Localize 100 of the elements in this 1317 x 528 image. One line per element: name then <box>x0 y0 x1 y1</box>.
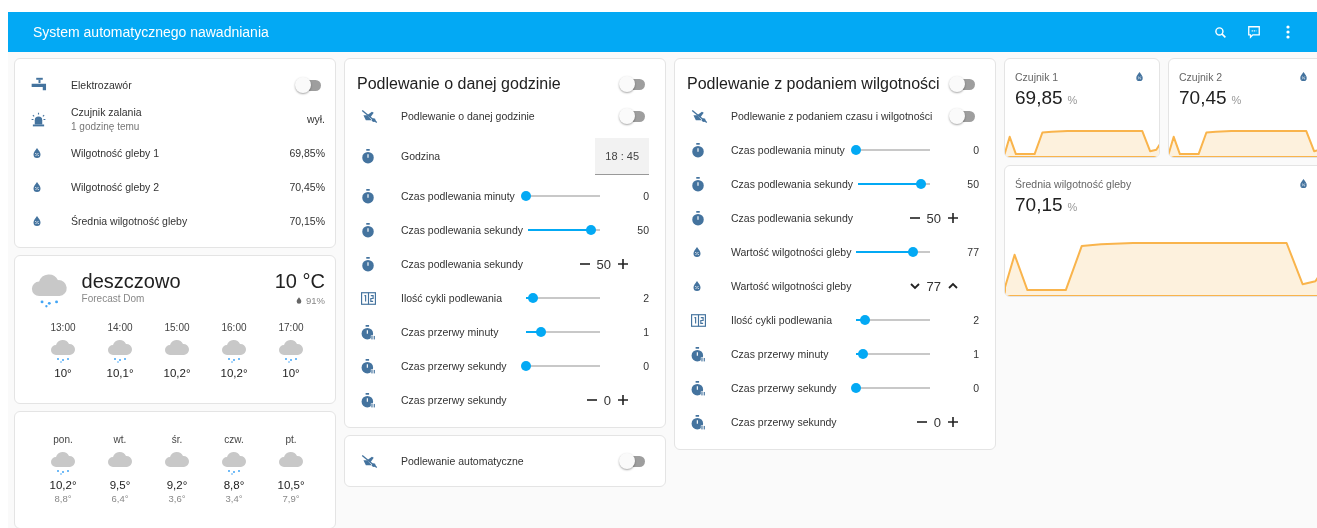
water-drop-icon <box>691 280 703 292</box>
water-drop-icon <box>1134 71 1145 82</box>
entity-name: Ilość cykli podlewania <box>401 292 503 304</box>
entity-name: Wartość wilgotności gleby <box>731 246 852 258</box>
sensor-card[interactable]: Czujnik 2 70,45 % <box>1168 58 1317 158</box>
sensor-card[interactable]: Średnia wilgotność gleby 70,15 % <box>1004 165 1317 297</box>
entity-name: Czas przerwy sekundy <box>731 382 838 394</box>
slider-thumb[interactable] <box>851 145 861 155</box>
forecast-time: 14:00 <box>107 321 133 333</box>
slider-thumb[interactable] <box>859 315 870 325</box>
water-drop-icon <box>691 246 703 258</box>
slider-thumb[interactable] <box>858 349 869 359</box>
entity-name: Czas przerwy minuty <box>731 348 830 360</box>
slider-value: 0 <box>642 360 649 372</box>
valve-icon <box>31 77 48 93</box>
watering-can-off-icon <box>361 108 378 124</box>
stepper-value: 50 <box>596 256 611 272</box>
entity-name: Godzina <box>401 150 442 162</box>
watering-can-off-icon <box>361 453 378 469</box>
sensor-unit: % <box>1067 201 1078 213</box>
entity-secondary: 1 godzinę temu <box>71 121 141 132</box>
forecast-day: pt. <box>285 434 297 445</box>
plus-icon[interactable] <box>947 212 959 224</box>
forecast-low: 3,4° <box>225 493 243 504</box>
sensor-name: Czujnik 2 <box>1179 71 1223 83</box>
entity-name: Podlewanie z podaniem czasu i wilgotności <box>731 110 934 122</box>
slider-value: 0 <box>972 382 979 394</box>
sensor-card[interactable]: Czujnik 1 69,85 % <box>1004 58 1160 158</box>
plus-icon[interactable] <box>947 416 959 428</box>
slider-value: 50 <box>966 178 979 190</box>
forecast-day: śr. <box>171 434 183 445</box>
slider-thumb[interactable] <box>535 327 546 337</box>
sensor-unit: % <box>1067 94 1078 106</box>
alarm-light-icon <box>31 111 46 127</box>
slider-value: 77 <box>966 246 979 258</box>
slider-thumb[interactable] <box>521 191 531 201</box>
forecast-temperature: 10,2° <box>163 366 191 379</box>
entity-name: Czas przerwy sekundy <box>401 394 508 406</box>
stopwatch-icon <box>691 142 705 158</box>
spinner-value: 77 <box>926 278 941 294</box>
chevron-down-icon[interactable] <box>908 280 921 292</box>
stopwatch-icon <box>361 324 376 340</box>
stopwatch-icon <box>691 380 706 396</box>
forecast-time: 13:00 <box>50 321 76 333</box>
slider-thumb[interactable] <box>585 225 596 235</box>
entity-name: Czujnik zalania <box>71 106 143 118</box>
entity-name: Wilgotność gleby 2 <box>71 181 161 193</box>
stopwatch-icon <box>361 188 375 204</box>
water-drop-icon <box>31 181 43 193</box>
state-value: 69,85% <box>289 147 325 159</box>
weather-temperature: 10 °C <box>274 270 325 293</box>
slider-thumb[interactable] <box>521 361 531 371</box>
state-value: 70,45% <box>289 181 325 193</box>
stopwatch-icon <box>361 148 375 164</box>
plus-icon[interactable] <box>617 394 629 406</box>
plus-icon[interactable] <box>617 258 629 270</box>
entity-name: Czas przerwy sekundy <box>401 360 508 372</box>
entity-name: Podlewanie o danej godzinie <box>401 110 536 122</box>
watering-can-off-icon <box>691 108 708 124</box>
forecast-low: 3,6° <box>168 493 186 504</box>
stopwatch-icon <box>361 392 376 408</box>
counter-icon <box>361 291 376 305</box>
sensor-value: 70,15 <box>1015 194 1063 216</box>
rain-cloud-icon <box>49 449 77 475</box>
entity-name: Wartość wilgotności gleby <box>731 280 853 292</box>
weather-condition: deszczowo <box>81 270 182 293</box>
card-title: Podlewanie o danej godzinie <box>357 75 562 93</box>
entity-name: Czas podlewania sekundy <box>731 212 854 224</box>
stopwatch-icon <box>691 176 705 192</box>
sensor-value: 69,85 <box>1015 87 1063 109</box>
entity-name: Wilgotność gleby 1 <box>71 147 161 159</box>
sensor-name: Czujnik 1 <box>1015 71 1059 83</box>
forecast-day: czw. <box>224 434 244 445</box>
forecast-day: wt. <box>113 434 127 445</box>
time-input-field[interactable]: 18 : 45 <box>595 137 649 175</box>
slider-value: 1 <box>642 326 649 338</box>
stopwatch-icon <box>361 222 375 238</box>
humidity-drop-icon <box>295 296 303 305</box>
entity-name: Czas podlewania sekundy <box>731 178 853 190</box>
forecast-temperature: 10° <box>282 366 300 379</box>
slider-value: 50 <box>636 224 649 236</box>
entity-name: Ilość cykli podlewania <box>731 314 833 326</box>
entity-name: Czas podlewania sekundy <box>401 258 524 270</box>
slider-value: 2 <box>642 292 649 304</box>
entity-name: Elektrozawór <box>71 79 133 91</box>
forecast-low: 8,8° <box>54 493 72 504</box>
slider-thumb[interactable] <box>908 247 919 257</box>
slider-value: 0 <box>972 144 979 156</box>
entity-name: Czas przerwy minuty <box>401 326 500 338</box>
stepper-value: 0 <box>603 392 611 408</box>
slider-thumb[interactable] <box>915 179 926 189</box>
forecast-time: 17:00 <box>278 321 304 333</box>
sensor-name: Średnia wilgotność gleby <box>1015 178 1132 190</box>
slider-thumb[interactable] <box>851 383 861 393</box>
slider-thumb[interactable] <box>528 293 539 303</box>
entity-name: Czas podlewania minuty <box>401 190 516 202</box>
forecast-high: 8,8° <box>223 479 245 491</box>
forecast-temperature: 10° <box>54 366 72 379</box>
humidity-value: 91% <box>306 295 325 306</box>
entity-name: Średnia wilgotność gleby <box>71 215 189 227</box>
